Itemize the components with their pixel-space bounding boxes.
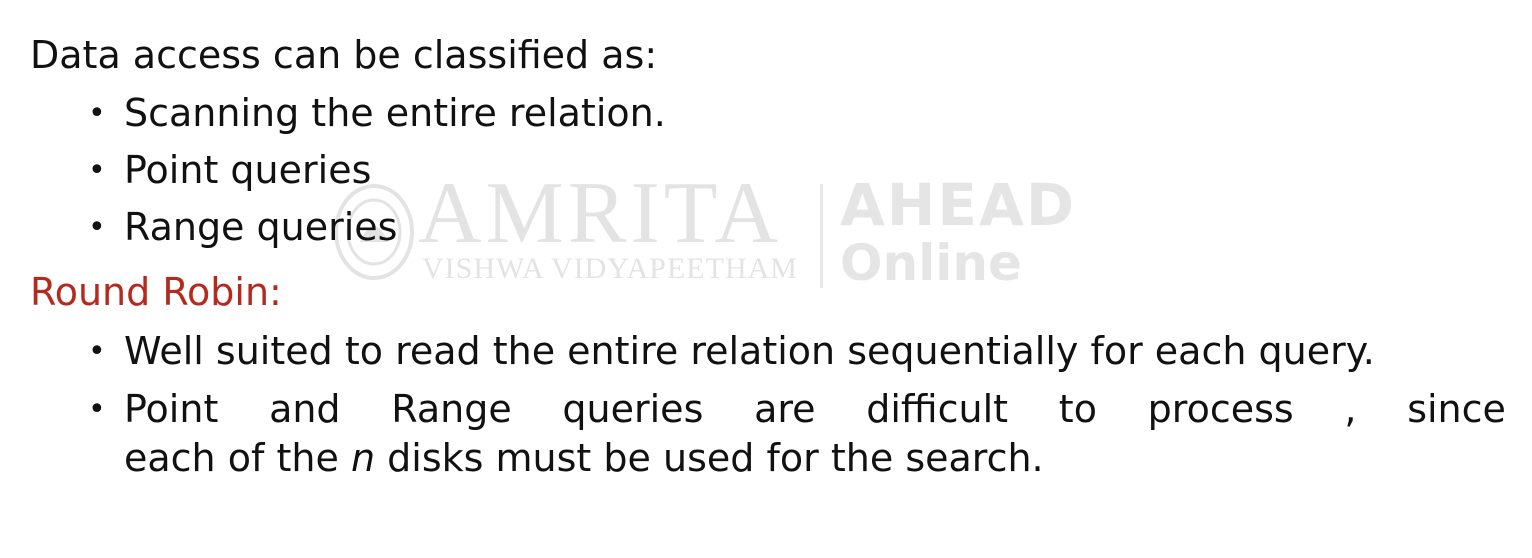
bullet-icon: • (88, 392, 106, 427)
word: Range (391, 387, 512, 431)
list-item-line-2: each of the n disks must be used for the… (124, 436, 1044, 480)
word: queries (562, 387, 704, 431)
word: difficult (866, 387, 1009, 431)
amrita-watermark: AMRITA VISHWA VIDYAPEETHAM AHEAD Online (330, 170, 1100, 294)
bullet-icon: • (88, 334, 106, 369)
list-item: Scanning the entire relation. (124, 91, 666, 135)
word: to (1058, 387, 1097, 431)
word: Point (124, 387, 219, 431)
watermark-online: Online (840, 234, 1022, 292)
word: process (1147, 387, 1294, 431)
bullet-icon: • (88, 153, 106, 188)
section-heading-round-robin: Round Robin: (30, 270, 282, 314)
watermark-subtitle: VISHWA VIDYAPEETHAM (422, 252, 798, 285)
word: are (754, 387, 816, 431)
list-item: Well suited to read the entire relation … (124, 329, 1375, 373)
watermark-divider (820, 184, 823, 288)
word: , (1344, 387, 1357, 431)
bullet-icon: • (88, 96, 106, 131)
word: since (1407, 387, 1506, 431)
watermark-ahead: AHEAD (840, 171, 1077, 239)
list-item: Range queries (124, 205, 398, 249)
section-heading-data-access: Data access can be classified as: (30, 33, 658, 77)
list-item: Point queries (124, 148, 372, 192)
list-item-line-1: Point and Range queries are difficult to proces… (124, 390, 1506, 428)
word: and (269, 387, 341, 431)
slide: AMRITA VISHWA VIDYAPEETHAM AHEAD Online … (0, 0, 1532, 558)
variable-n: n (350, 436, 376, 480)
bullet-icon: • (88, 210, 106, 245)
watermark-brand: AMRITA (418, 165, 783, 262)
